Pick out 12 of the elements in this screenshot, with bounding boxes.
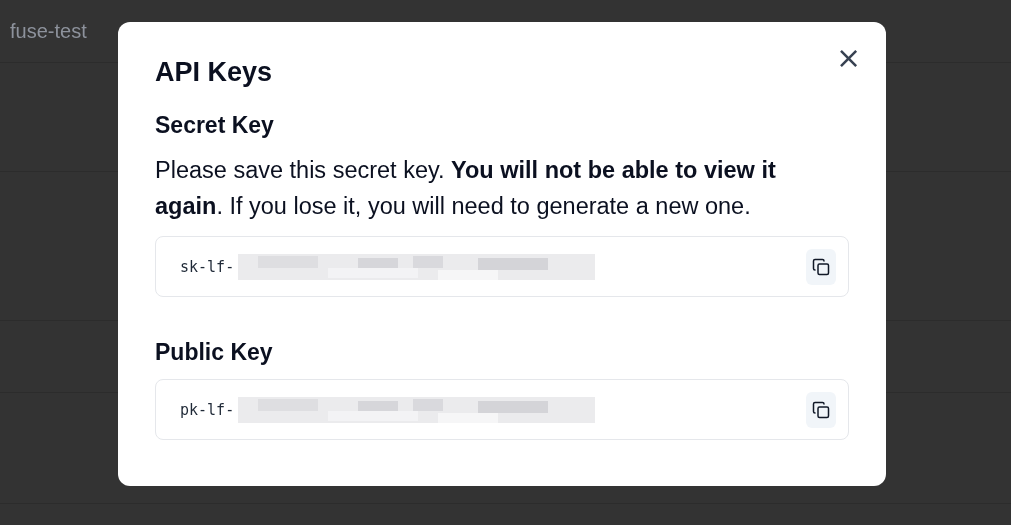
project-name: fuse-test <box>10 19 87 43</box>
api-key-value: pk-lf- <box>180 400 235 419</box>
copy-icon <box>812 400 830 419</box>
warning-text: Please save this secret key. You will not be able to view it again. If you lose it, you will need to generate a new one. <box>155 156 777 221</box>
api-key-value: sk-lf- <box>180 257 235 276</box>
section-heading: Public Key <box>155 338 274 367</box>
dialog-title: API Keys <box>155 56 274 89</box>
section-heading: Secret Key <box>155 111 275 140</box>
copy-button[interactable] <box>806 248 836 285</box>
close-button[interactable]: × <box>836 46 860 70</box>
copy-button[interactable] <box>806 391 836 428</box>
copy-icon <box>812 257 830 276</box>
